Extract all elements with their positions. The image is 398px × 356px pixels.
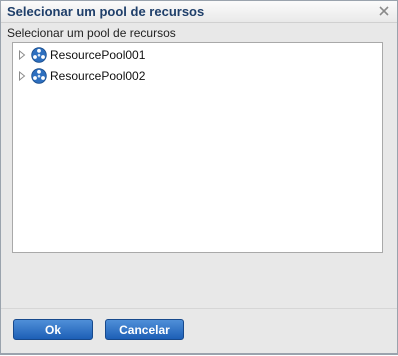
tree-node-resourcepool001[interactable]: ResourcePool001 [17,45,145,64]
select-resource-pool-dialog: Selecionar um pool de recursos Seleciona… [0,0,398,355]
resource-pool-icon [31,46,47,63]
dialog-body: Selecionar um pool de recursos ResourceP… [1,23,397,353]
tree-node-label: ResourcePool002 [50,68,146,83]
resource-pool-icon [31,67,47,84]
resource-pool-tree[interactable]: ResourcePool001 ResourcePool002 [12,42,383,253]
cancel-button[interactable]: Cancelar [105,319,184,340]
close-icon[interactable] [377,4,391,18]
expand-arrow-icon[interactable] [17,70,27,81]
footer-divider [1,308,397,309]
expand-arrow-icon[interactable] [17,49,27,60]
tree-node-label: ResourcePool001 [50,47,146,62]
tree-node-resourcepool002[interactable]: ResourcePool002 [17,66,145,85]
dialog-titlebar: Selecionar um pool de recursos [1,1,397,23]
ok-button[interactable]: Ok [13,319,93,340]
dialog-title: Selecionar um pool de recursos [7,4,205,19]
tree-label: Selecionar um pool de recursos [7,26,176,40]
